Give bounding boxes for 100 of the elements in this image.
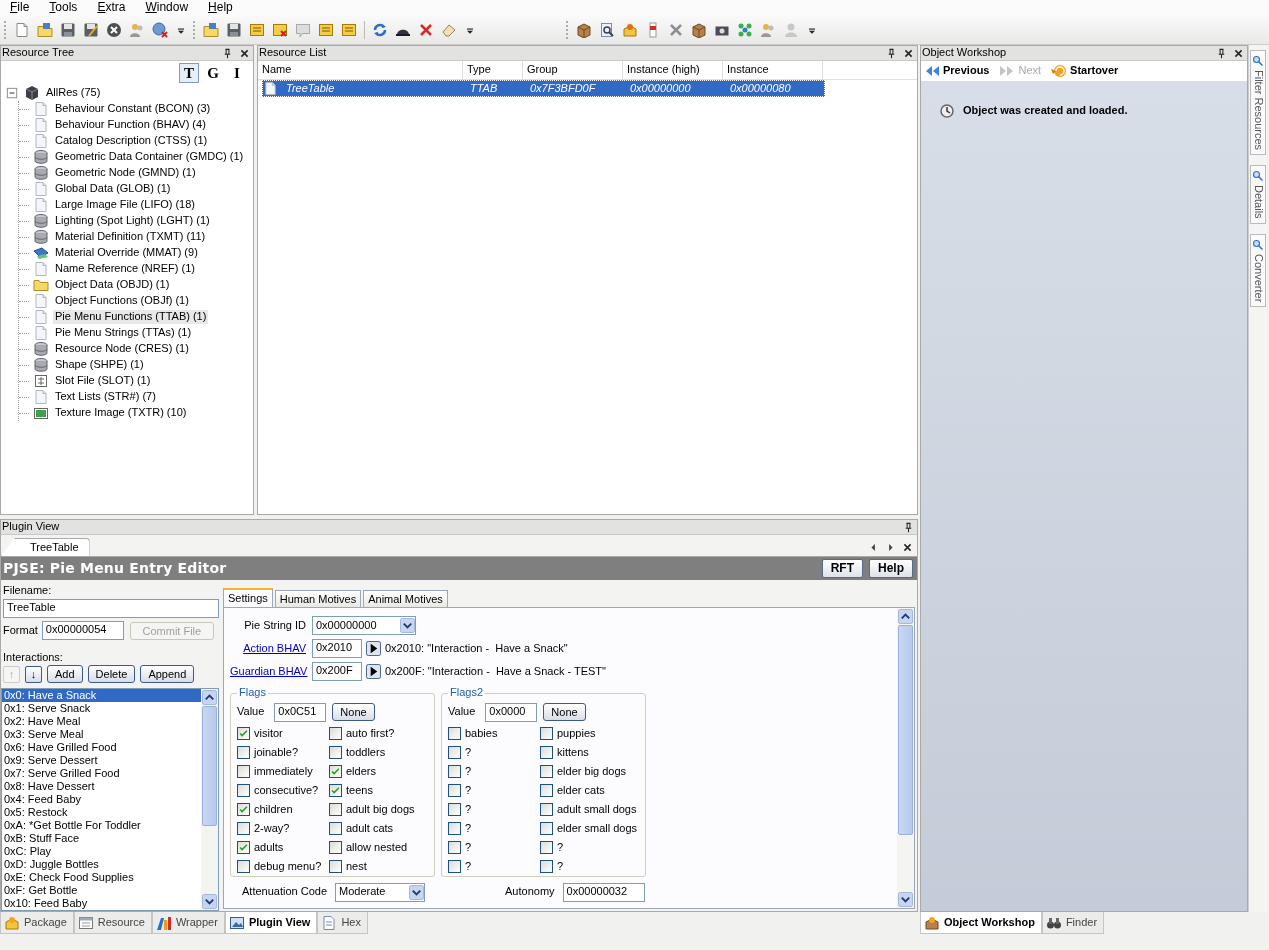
view-button[interactable]: G xyxy=(203,63,223,83)
autonomy-field[interactable]: 0x00000032 xyxy=(562,882,645,902)
list-button[interactable]: Append xyxy=(140,665,195,684)
list-item[interactable]: 0x5: Restock xyxy=(2,806,201,820)
column-header[interactable]: Name xyxy=(258,61,463,79)
list-item[interactable]: 0x7: Serve Grilled Food xyxy=(2,767,201,781)
move-button[interactable]: ↓ xyxy=(25,665,42,683)
checkbox-label: toddlers xyxy=(346,745,386,760)
tree-item[interactable]: Lighting (Spot Light) (LGHT) (1) xyxy=(53,214,212,228)
bottom-tab[interactable]: Wrapper xyxy=(151,912,225,934)
attenuation-dropdown[interactable]: Moderate xyxy=(335,882,425,902)
tree-item[interactable]: Pie Menu Strings (TTAs) (1) xyxy=(53,326,194,340)
list-item[interactable]: 0x10: Feed Baby xyxy=(2,897,201,910)
flags-value-field[interactable]: 0x0000 xyxy=(485,702,538,722)
header-button[interactable]: Help xyxy=(869,559,913,578)
menu-item[interactable]: Tools xyxy=(43,0,84,16)
tree-item[interactable]: Material Definition (TXMT) (11) xyxy=(53,230,208,244)
list-item[interactable]: 0x2: Have Meal xyxy=(2,715,201,729)
table-row[interactable]: TreeTable TTAB 0x7F3BFD0F 0x00000000 0x00000080 xyxy=(262,80,825,97)
list-item[interactable]: 0xD: Juggle Bottles xyxy=(2,858,201,872)
tree-item[interactable]: Object Functions (OBJf) (1) xyxy=(53,294,191,308)
checkbox-label: ? xyxy=(557,840,564,855)
tree-item[interactable]: Catalog Description (CTSS) (1) xyxy=(53,134,210,148)
bottom-tab[interactable]: Package xyxy=(0,912,74,934)
list-item[interactable]: 0x6: Have Grilled Food xyxy=(2,741,201,755)
tree-item[interactable]: Pie Menu Functions (TTAB) (1) xyxy=(53,310,209,324)
menu-item[interactable]: Window xyxy=(139,0,195,16)
format-field[interactable]: 0x00000054 xyxy=(41,621,124,641)
tree-item[interactable]: Shape (SHPE) (1) xyxy=(53,358,146,372)
tree-item[interactable]: Slot File (SLOT) (1) xyxy=(53,374,153,388)
tree-item[interactable]: Geometric Data Container (GMDC) (1) xyxy=(53,150,246,164)
side-tab[interactable]: Details xyxy=(1250,165,1266,224)
tree-item[interactable]: Behaviour Function (BHAV) (4) xyxy=(53,118,208,132)
tree-item[interactable]: Geometric Node (GMND) (1) xyxy=(53,166,198,180)
flags-value-field[interactable]: 0x0C51 xyxy=(274,702,327,722)
tree-item[interactable]: Global Data (GLOB) (1) xyxy=(53,182,173,196)
tree-item[interactable]: AllRes (75) xyxy=(44,86,103,100)
tree-item[interactable]: Behaviour Constant (BCON) (3) xyxy=(53,102,213,116)
field-label: Format xyxy=(3,624,38,638)
bhav-link[interactable]: Action BHAV xyxy=(243,641,306,654)
pie-string-dropdown[interactable]: 0x00000000 xyxy=(312,616,416,635)
side-tab[interactable]: Filter Resources xyxy=(1250,50,1266,156)
tab[interactable]: Animal Motives xyxy=(363,590,448,607)
nav-button[interactable]: Startover xyxy=(1051,63,1119,79)
bottom-tab[interactable]: Plugin View xyxy=(224,912,318,934)
tree-item[interactable]: Material Override (MMAT) (9) xyxy=(53,246,200,260)
list-item[interactable]: 0x9: Serve Dessert xyxy=(2,754,201,768)
bhav-field[interactable]: 0x200F xyxy=(312,662,362,681)
tree-item[interactable]: Name Reference (NREF) (1) xyxy=(53,262,197,276)
column-header[interactable]: Group xyxy=(523,61,623,79)
list-button[interactable]: Delete xyxy=(87,665,136,684)
list-item[interactable]: 0x0: Have a Snack xyxy=(2,689,201,703)
checkbox-label: ? xyxy=(465,821,472,836)
bhav-link[interactable]: Guardian BHAV xyxy=(230,664,308,677)
header-button[interactable]: RFT xyxy=(821,559,863,578)
list-item[interactable]: 0xB: Stuff Face xyxy=(2,832,201,846)
menu-item[interactable]: Extra xyxy=(91,0,132,16)
tree-item[interactable]: Resource Node (CRES) (1) xyxy=(53,342,191,356)
clear-flags-button[interactable]: None xyxy=(543,703,586,721)
checkbox-label: elders xyxy=(346,764,376,779)
tab[interactable]: Settings xyxy=(223,588,273,607)
menu-item[interactable]: File xyxy=(4,0,36,16)
tab[interactable]: Human Motives xyxy=(274,590,362,607)
list-button[interactable]: Add xyxy=(47,665,83,684)
column-header[interactable]: Instance xyxy=(723,61,823,79)
tree-item[interactable]: Text Lists (STR#) (7) xyxy=(53,390,158,404)
document-tab[interactable]: TreeTable xyxy=(1,538,90,556)
list-item[interactable]: 0x1: Serve Snack xyxy=(2,702,201,716)
editor-title: PJSE: Pie Menu Entry Editor xyxy=(3,560,227,577)
bhav-field[interactable]: 0x2010 xyxy=(312,639,362,658)
checkbox-label: ? xyxy=(465,802,472,817)
side-tab[interactable]: Converter xyxy=(1250,233,1266,307)
table-cell-text: 0x7F3BFD0F xyxy=(529,81,597,96)
checkbox-label: children xyxy=(254,802,293,817)
tree-item[interactable]: Object Data (OBJD) (1) xyxy=(53,278,172,292)
bottom-tab[interactable]: Hex xyxy=(317,912,368,934)
list-item[interactable]: 0x4: Feed Baby xyxy=(2,793,201,807)
column-header[interactable]: Type xyxy=(463,61,523,79)
field-label: Pie String ID xyxy=(243,618,307,633)
column-header[interactable]: Instance (high) xyxy=(623,61,723,79)
tree-item[interactable]: Texture Image (TXTR) (10) xyxy=(53,406,189,420)
nav-button[interactable]: Previous xyxy=(924,63,990,79)
bottom-tab[interactable]: Resource xyxy=(73,912,152,934)
list-item[interactable]: 0xA: *Get Bottle For Toddler xyxy=(2,819,201,833)
list-item[interactable]: 0x8: Have Dessert xyxy=(2,780,201,794)
view-button[interactable]: T xyxy=(179,63,199,83)
clear-flags-button[interactable]: None xyxy=(332,703,375,721)
checkbox-label: adult big dogs xyxy=(346,802,415,817)
list-item[interactable]: 0xF: Get Bottle xyxy=(2,884,201,898)
tree-item[interactable]: Large Image File (LIFO) (18) xyxy=(53,198,197,212)
list-item[interactable]: 0xE: Check Food Supplies xyxy=(2,871,201,885)
list-item[interactable]: 0xC: Play xyxy=(2,845,201,859)
menu-item[interactable]: Help xyxy=(202,0,239,16)
table-cell-text: TreeTable xyxy=(285,81,335,96)
filename-field[interactable]: TreeTable xyxy=(3,599,219,619)
checkbox-label: 2-way? xyxy=(254,821,290,836)
bottom-tab[interactable]: Finder xyxy=(1041,912,1105,934)
list-item[interactable]: 0x3: Serve Meal xyxy=(2,728,201,742)
bottom-tab[interactable]: Object Workshop xyxy=(920,912,1042,934)
view-button[interactable]: I xyxy=(227,63,247,83)
